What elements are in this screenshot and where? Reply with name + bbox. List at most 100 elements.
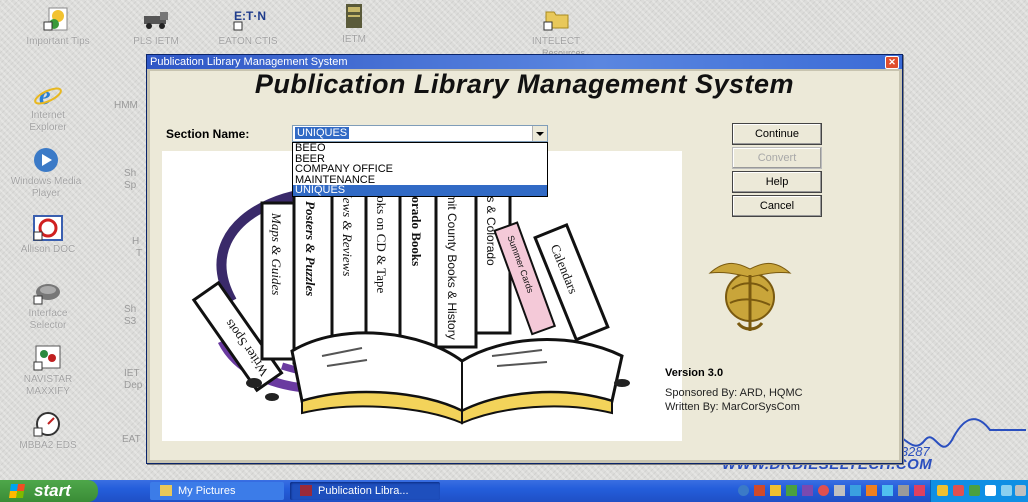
partial-label: Sh — [124, 304, 137, 315]
desktop-icon-important-tips[interactable]: Important Tips — [16, 6, 100, 48]
desktop-icon-label: Allison DOC — [20, 244, 76, 255]
windows-logo-icon — [9, 484, 25, 498]
desktop-icon-label: PLS IETM — [133, 36, 179, 47]
desktop-icon-mbba2-eds[interactable]: MBBA2 EDS — [6, 410, 90, 452]
tray-icon[interactable] — [937, 485, 948, 496]
system-tray — [930, 480, 1028, 502]
tray-icon[interactable] — [969, 485, 980, 496]
tray-icon[interactable] — [786, 485, 797, 496]
tray-icon[interactable] — [834, 485, 845, 496]
desktop-icon-internet-explorer[interactable]: e Internet Explorer — [6, 80, 90, 134]
version-label: Version 3.0 — [665, 367, 724, 379]
help-document-icon — [42, 6, 74, 34]
partial-label: H — [132, 236, 140, 247]
tray-icon[interactable] — [898, 485, 909, 496]
chevron-down-icon[interactable] — [532, 126, 547, 141]
tray-icon[interactable] — [914, 485, 925, 496]
book-title: News & Reviews — [340, 188, 355, 276]
desktop-icon-interface-selector[interactable]: Interface Selector — [6, 278, 90, 332]
partial-label: Sp — [124, 180, 137, 191]
desktop-icon-label: MBBA2 EDS — [19, 440, 77, 451]
desktop-icon-label: Internet Explorer — [29, 110, 67, 133]
app-window: Publication Library Management System ✕ … — [146, 54, 903, 464]
partial-label: IET — [124, 368, 140, 379]
continue-button[interactable]: Continue — [732, 123, 822, 145]
dropdown-option[interactable]: COMPANY OFFICE — [293, 164, 547, 175]
partial-label: S3 — [124, 316, 137, 327]
desktop-icon-pls-ietm[interactable]: PLS IETM — [114, 6, 198, 48]
folder-icon — [160, 484, 172, 496]
dropdown-option[interactable]: BEEO — [293, 143, 547, 154]
desktop-icon-windows-media-player[interactable]: Windows Media Player — [4, 146, 88, 200]
tray-icon[interactable] — [882, 485, 893, 496]
close-icon: ✕ — [888, 57, 896, 67]
section-dropdown-list[interactable]: BEEO BEER COMPANY OFFICE MAINTENANCE UNI… — [292, 142, 548, 197]
desktop-icon-label: Interface Selector — [28, 308, 68, 331]
section-name-value: UNIQUES — [295, 127, 350, 139]
svg-text:E:T·N: E:T·N — [234, 9, 266, 23]
desktop-icon-label: Windows Media Player — [10, 176, 82, 199]
start-label: start — [34, 481, 71, 500]
tray-icon[interactable] — [818, 485, 829, 496]
tray-icon[interactable] — [866, 485, 877, 496]
partial-label: HMM — [114, 100, 138, 111]
desktop-icon-label: NAVISTAR MAXXIFY — [23, 374, 73, 397]
gauge-icon — [32, 410, 64, 438]
book-title: Maps & Guides — [269, 212, 284, 295]
task-label: Publication Libra... — [318, 485, 409, 497]
desktop-icon-label: Important Tips — [26, 36, 90, 47]
cancel-button[interactable]: Cancel — [732, 195, 822, 217]
partial-label: T — [136, 248, 143, 259]
written-by-label: Written By: MarCorSysCom — [665, 401, 800, 413]
internet-explorer-icon: e — [32, 80, 64, 110]
truck-icon — [140, 6, 172, 34]
taskbar-item-publication-library[interactable]: Publication Libra... — [290, 482, 440, 500]
tray-icon[interactable] — [953, 485, 964, 496]
task-label: My Pictures — [178, 485, 236, 497]
taskbar: start My Pictures Publication Libra... — [0, 480, 1028, 502]
tray-icon[interactable] — [738, 485, 749, 496]
tray-icon[interactable] — [850, 485, 861, 496]
allison-logo-icon — [32, 214, 64, 242]
partial-label: EAT — [122, 434, 141, 445]
tray-icon[interactable] — [1015, 485, 1026, 496]
eagle-globe-anchor-emblem — [708, 263, 792, 331]
section-name-label: Section Name: — [166, 127, 250, 141]
desktop-icon-eaton-ctis[interactable]: E:T·N EATON CTIS — [206, 6, 290, 48]
start-button[interactable]: start — [0, 480, 98, 502]
folder-icon — [540, 6, 572, 34]
tray-icon[interactable] — [802, 485, 813, 496]
tray-icon[interactable] — [770, 485, 781, 496]
tray-icon[interactable] — [1001, 485, 1012, 496]
window-title: Publication Library Management System — [150, 56, 348, 68]
partial-label: Dep — [124, 380, 143, 391]
desktop-icon-label: EATON CTIS — [218, 36, 278, 47]
help-button[interactable]: Help — [732, 171, 822, 193]
tray-icon[interactable] — [985, 485, 996, 496]
media-player-icon — [30, 146, 62, 174]
close-button[interactable]: ✕ — [885, 56, 899, 69]
tray-icon[interactable] — [754, 485, 765, 496]
desktop-icon-label: IETM — [342, 34, 366, 45]
eaton-logo-icon: E:T·N — [232, 6, 266, 34]
desktop-icon-label: INTELECT — [531, 36, 581, 47]
app-window-icon — [300, 484, 312, 496]
book-title: Posters & Puzzles — [303, 201, 318, 296]
navistar-icon — [32, 344, 64, 372]
desktop-icon-ietm[interactable]: IETM — [312, 4, 396, 46]
convert-button[interactable]: Convert — [732, 147, 822, 169]
section-name-combobox[interactable]: UNIQUES — [292, 125, 548, 142]
book-icon — [338, 4, 370, 32]
window-title-bar[interactable]: Publication Library Management System ✕ — [147, 55, 902, 69]
partial-label: Sh — [124, 168, 137, 179]
book-title: Books on CD & Tape — [374, 181, 389, 293]
app-heading: Publication Library Management System — [254, 69, 795, 99]
desktop-icon-intelect[interactable]: INTELECT — [514, 6, 598, 48]
desktop-icon-navistar[interactable]: NAVISTAR MAXXIFY — [6, 344, 90, 398]
taskbar-item-my-pictures[interactable]: My Pictures — [150, 482, 284, 500]
window-client-area: Publication Library Management System Se… — [150, 69, 899, 460]
sponsored-by-label: Sponsored By: ARD, HQMC — [665, 387, 803, 399]
interface-icon — [32, 278, 64, 306]
desktop-icon-allison-doc[interactable]: Allison DOC — [6, 214, 90, 256]
dropdown-option-selected[interactable]: UNIQUES — [293, 185, 547, 196]
